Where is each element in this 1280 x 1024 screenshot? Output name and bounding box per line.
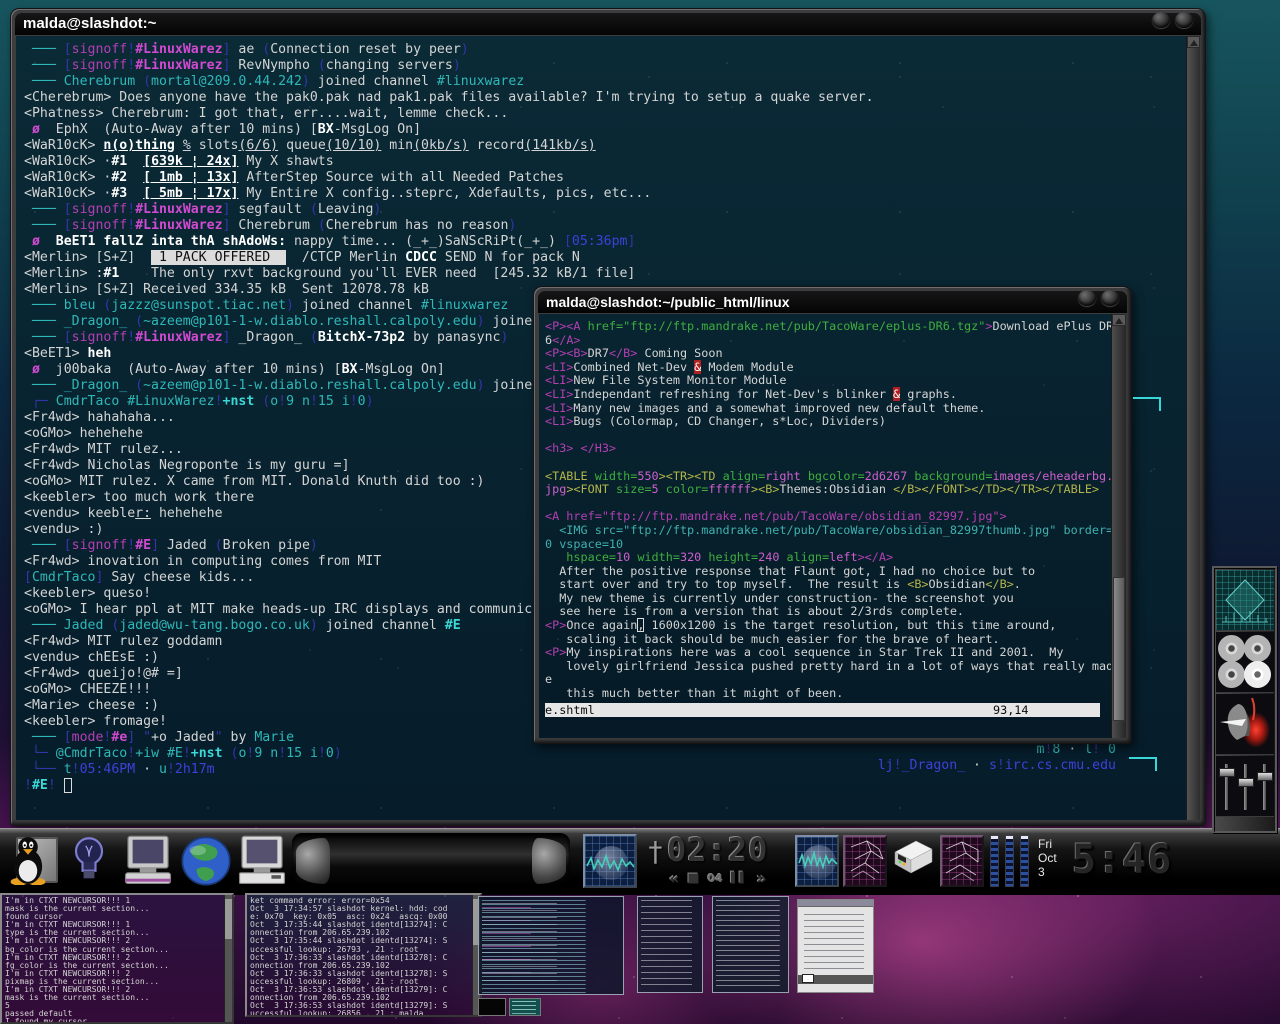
irc-right-status: m!8 · l! 0lj!_Dragon_ · s!irc.cs.cmu.edu <box>878 742 1116 774</box>
debug-terminal-lines: I'm in CTXT NEWCURSOR!!! 1mask is the cu… <box>5 897 222 1024</box>
debug-terminal-window[interactable]: I'm in CTXT NEWCURSOR!!! 1mask is the cu… <box>0 893 234 1024</box>
editor-terminal-window: malda@slashdot:~/public_html/linux <P><A… <box>533 286 1132 744</box>
pager-terminal-miniature[interactable] <box>637 896 703 993</box>
level-meters <box>990 835 1036 887</box>
computer-monitor-icon <box>122 835 174 887</box>
cd-transport-controls: « ■ 04 ▌▌ » <box>669 869 767 888</box>
quake-helmet-icon <box>1216 694 1274 754</box>
dock-item-mixer[interactable] <box>1216 756 1274 817</box>
dock-item-cdplayer[interactable] <box>1216 632 1274 693</box>
window-button-icon[interactable] <box>1175 12 1193 28</box>
taskbar-item-render-a[interactable] <box>843 835 887 887</box>
rewind-button[interactable]: « <box>669 869 679 888</box>
panel-left-knob[interactable] <box>296 838 330 884</box>
computer-monitor-icon <box>236 835 288 887</box>
irc-window-title: malda@slashdot:~ <box>23 15 156 32</box>
syslog-terminal-window[interactable]: ket command error: error=0x54Oct 3 17:34… <box>245 893 482 1017</box>
miniature-text-decoration <box>638 897 702 992</box>
track-number: 04 <box>708 872 723 885</box>
calendar-month: Oct <box>1038 851 1057 865</box>
tux-icon <box>6 835 50 885</box>
cd-transport-panel <box>292 833 570 889</box>
pager-browser-miniature[interactable] <box>797 899 874 993</box>
level-meter-bar <box>1020 835 1029 887</box>
network-grid-monitor-icon <box>1216 570 1274 630</box>
scroll-marker-bracket <box>1129 757 1157 771</box>
pause-button[interactable]: ▌▌ <box>731 873 748 884</box>
level-meter-bar <box>990 835 999 887</box>
window-button-icon[interactable] <box>1101 290 1119 306</box>
dock-item-netmonitor[interactable] <box>1216 570 1274 631</box>
earth-globe-icon <box>180 835 232 887</box>
editor-code-lines: <P><A href="ftp://ftp.mandrake.net/pub/T… <box>545 319 1111 700</box>
editor-scrollbar[interactable] <box>1111 314 1126 738</box>
editor-statusbar: e.shtml 93,14 <box>545 703 1100 717</box>
cd-counter-widget: † 02:20 « ■ 04 ▌▌ » <box>645 831 795 893</box>
syslog-terminal-lines: ket command error: error=0x54Oct 3 17:34… <box>250 897 470 1017</box>
debug-terminal-scrollbar[interactable] <box>224 895 232 1022</box>
miniature-text-decoration <box>510 999 540 1015</box>
panel-right-knob[interactable] <box>532 838 566 884</box>
scroll-up-arrow-icon[interactable] <box>1112 314 1126 326</box>
window-button-icon[interactable] <box>1078 290 1096 306</box>
editor-cursor-position: 93,14 <box>993 703 1029 717</box>
taskbar-item-render-b[interactable] <box>940 835 984 887</box>
miniature-titlebar <box>798 900 873 907</box>
calendar-display: Fri Oct 3 <box>1038 837 1057 879</box>
miniature-text-decoration <box>479 897 623 994</box>
editor-window-titlebar[interactable]: malda@slashdot:~/public_html/linux <box>538 291 1127 313</box>
taskbar-item-scope-b[interactable] <box>795 835 839 887</box>
taskbar-item-browser[interactable] <box>180 835 232 887</box>
counter-marker-icon: † <box>647 835 664 868</box>
calendar-day: 3 <box>1038 865 1057 879</box>
editor-filename: e.shtml <box>545 703 595 717</box>
irc-scrollbar[interactable] <box>1186 36 1200 820</box>
pager-terminal-miniature[interactable] <box>712 896 789 993</box>
minimized-window-black[interactable] <box>478 998 506 1016</box>
miniature-button <box>802 974 814 983</box>
desktop: malda@slashdot:~ ─── [signoff!#LinuxWare… <box>0 0 1280 1024</box>
disk-drive-icon <box>890 835 936 881</box>
stop-button[interactable]: ■ <box>687 871 699 886</box>
editor-content[interactable]: <P><A href="ftp://ftp.mandrake.net/pub/T… <box>539 314 1111 738</box>
oscilloscope-icon <box>585 836 635 886</box>
lightbulb-icon <box>64 835 114 887</box>
miniature-text-decoration <box>713 897 788 992</box>
wireframe-monitor-icon <box>942 837 982 885</box>
taskbar: † 02:20 « ■ 04 ▌▌ » <box>0 828 1280 895</box>
minimized-window-teal[interactable] <box>509 998 541 1016</box>
right-dock <box>1212 566 1278 834</box>
taskbar-item-workstation[interactable] <box>236 835 288 887</box>
calendar-weekday: Fri <box>1038 837 1057 851</box>
scroll-marker-bracket <box>1133 397 1161 411</box>
level-meter-bar <box>1005 835 1014 887</box>
clock-display: 5:46 <box>1072 837 1172 883</box>
counter-display: 02:20 <box>667 831 768 869</box>
editor-scrollbar-thumb[interactable] <box>1113 577 1125 721</box>
wireframe-monitor-icon <box>845 837 885 885</box>
taskbar-item-scope-a[interactable] <box>583 834 637 888</box>
pager-irc-miniature[interactable] <box>478 896 624 995</box>
oscilloscope-icon <box>797 837 839 885</box>
irc-window-titlebar[interactable]: malda@slashdot:~ <box>15 13 1201 35</box>
forward-button[interactable]: » <box>756 869 766 888</box>
taskbar-item-ideas[interactable] <box>64 835 116 887</box>
editor-window-title: malda@slashdot:~/public_html/linux <box>546 294 790 310</box>
window-button-icon[interactable] <box>1152 12 1170 28</box>
taskbar-item-tux[interactable] <box>6 835 58 887</box>
taskbar-item-drive[interactable] <box>890 835 936 887</box>
taskbar-item-terminal[interactable] <box>122 835 174 887</box>
scroll-up-arrow-icon[interactable] <box>1187 36 1200 48</box>
dock-item-quake[interactable] <box>1216 694 1274 755</box>
